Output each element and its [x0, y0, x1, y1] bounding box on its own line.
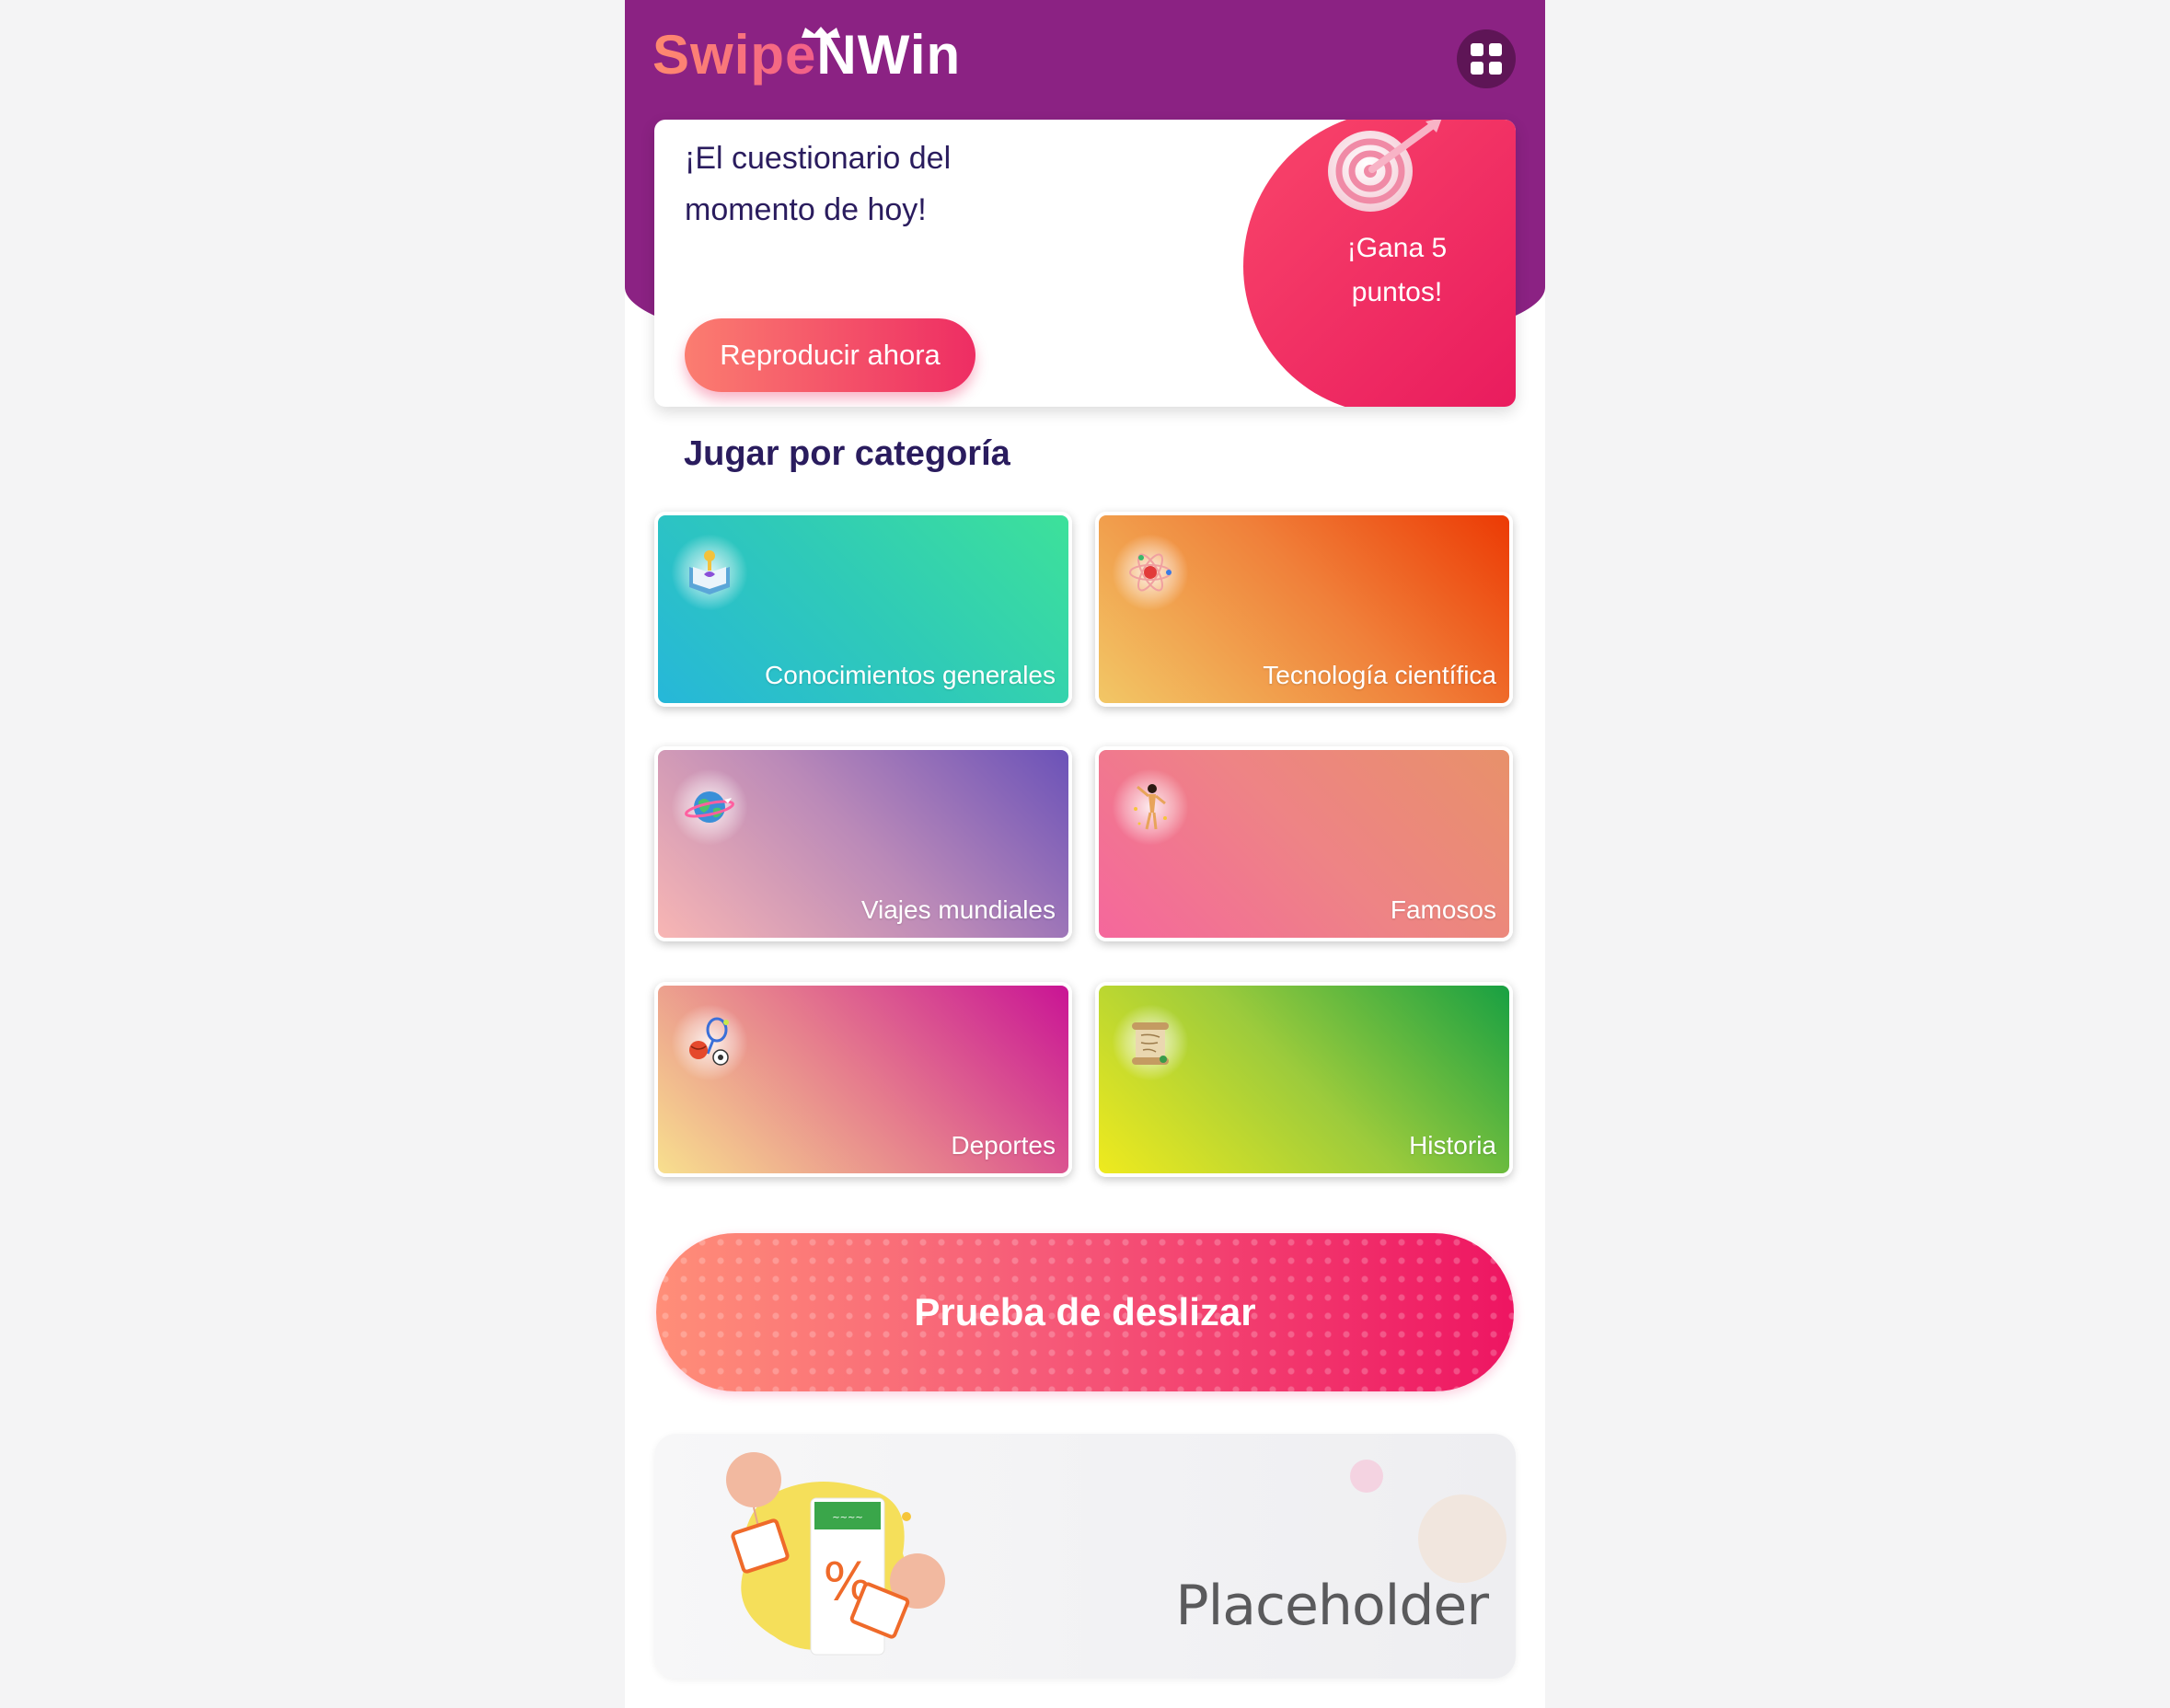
category-card-celebrities[interactable]: Famosos — [1095, 746, 1513, 941]
target-icon — [1328, 120, 1442, 212]
category-card-science-technology[interactable]: Tecnología científica — [1095, 512, 1513, 707]
swipe-test-button[interactable]: Prueba de deslizar — [656, 1233, 1514, 1391]
category-label: Viajes mundiales — [860, 895, 1056, 924]
category-card-general-knowledge[interactable]: Conocimientos generales — [654, 512, 1072, 707]
category-section-title: Jugar por categoría — [684, 434, 1010, 473]
category-label: Deportes — [951, 1131, 1056, 1160]
category-card-sports[interactable]: Deportes — [654, 982, 1072, 1177]
banner-placeholder-text: Placeholder — [1175, 1574, 1489, 1638]
atom-icon — [1112, 534, 1189, 611]
category-label: Famosos — [1390, 895, 1496, 924]
grid-icon — [1489, 43, 1502, 56]
play-now-button[interactable]: Reproducir ahora — [685, 318, 975, 392]
promo-banner[interactable]: ~~~~ % Placeholder — [654, 1434, 1516, 1679]
category-label: Tecnología científica — [1263, 661, 1496, 689]
crown-icon — [802, 27, 840, 38]
decorative-dot — [1418, 1494, 1506, 1583]
svg-text:~~~~: ~~~~ — [832, 1513, 863, 1523]
daily-quiz-card: ¡El cuestionario del momento de hoy! Rep… — [654, 120, 1516, 407]
grid-icon — [1489, 62, 1502, 75]
app-screen: SwipeNWin ¡El cuestionario del momento d… — [625, 0, 1545, 1708]
grid-icon — [1471, 62, 1483, 75]
star-person-icon — [1112, 768, 1189, 846]
daily-quiz-title: ¡El cuestionario del momento de hoy! — [685, 141, 952, 227]
logo-swipe-text: Swipe — [652, 24, 817, 86]
menu-grid-button[interactable] — [1457, 29, 1516, 88]
category-label: Historia — [1409, 1131, 1496, 1160]
book-icon — [671, 534, 748, 611]
gift-discount-icon: ~~~~ % — [726, 1452, 945, 1656]
decorative-dot — [1350, 1460, 1383, 1493]
globe-icon — [671, 768, 748, 846]
sports-icon — [671, 1004, 748, 1081]
category-label: Conocimientos generales — [765, 661, 1056, 689]
grid-icon — [1471, 43, 1483, 56]
prize-points-text: ¡Gana 5 puntos! — [1346, 233, 1448, 307]
scroll-icon — [1112, 1004, 1189, 1081]
category-card-history[interactable]: Historia — [1095, 982, 1513, 1177]
category-card-world-travel[interactable]: Viajes mundiales — [654, 746, 1072, 941]
app-logo: SwipeNWin — [652, 20, 961, 90]
